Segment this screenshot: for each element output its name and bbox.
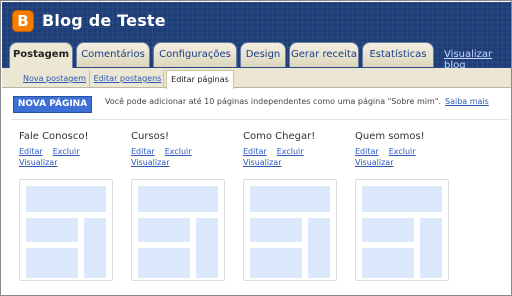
thumb-footer-block xyxy=(26,248,78,278)
thumb-header-block xyxy=(250,186,330,212)
logo-letter: B xyxy=(17,12,29,30)
thumb-footer-block xyxy=(362,248,414,278)
page-actions: Editar Excluir xyxy=(243,147,314,156)
thumb-footer-block xyxy=(138,248,190,278)
tab-configuracoes[interactable]: Configurações xyxy=(153,42,237,67)
delete-link[interactable]: Excluir xyxy=(165,147,192,156)
edit-link[interactable]: Editar xyxy=(355,147,379,156)
divider xyxy=(11,119,509,120)
page-title: Fale Conosco! xyxy=(19,131,89,142)
new-page-button[interactable]: NOVA PÁGINA xyxy=(13,96,92,113)
thumb-sidebar-block xyxy=(420,218,442,278)
thumb-header-block xyxy=(26,186,106,212)
thumb-header-block xyxy=(138,186,218,212)
view-link[interactable]: Visualizar xyxy=(243,158,282,167)
page-title: Quem somos! xyxy=(355,131,425,142)
blog-title: Blog de Teste xyxy=(42,11,166,30)
thumb-header-block xyxy=(362,186,442,212)
edit-link[interactable]: Editar xyxy=(131,147,155,156)
blogger-window: B Blog de Teste Postagem Comentários Con… xyxy=(0,0,512,296)
tab-postagem[interactable]: Postagem xyxy=(9,42,73,68)
learn-more-link[interactable]: Saiba mais xyxy=(445,97,489,106)
info-message: Você pode adicionar até 10 páginas indep… xyxy=(105,97,489,106)
page-layout-thumbnail[interactable] xyxy=(131,179,225,281)
delete-link[interactable]: Excluir xyxy=(389,147,416,156)
thumb-sidebar-block xyxy=(196,218,218,278)
page-actions: Editar Excluir xyxy=(19,147,90,156)
subtab-nova-postagem[interactable]: Nova postagem xyxy=(20,70,90,88)
view-link[interactable]: Visualizar xyxy=(131,158,170,167)
view-link[interactable]: Visualizar xyxy=(19,158,58,167)
page-layout-thumbnail[interactable] xyxy=(243,179,337,281)
thumb-content-block xyxy=(26,218,78,242)
page-actions: Editar Excluir xyxy=(131,147,202,156)
thumb-content-block xyxy=(250,218,302,242)
tab-gerar-receita[interactable]: Gerar receita xyxy=(289,42,359,67)
page-layout-thumbnail[interactable] xyxy=(355,179,449,281)
tab-estatisticas[interactable]: Estatísticas xyxy=(362,42,434,67)
thumb-sidebar-block xyxy=(84,218,106,278)
delete-link[interactable]: Excluir xyxy=(53,147,80,156)
page-actions: Editar Excluir xyxy=(355,147,426,156)
thumb-content-block xyxy=(138,218,190,242)
info-text: Você pode adicionar até 10 páginas indep… xyxy=(105,97,442,106)
edit-link[interactable]: Editar xyxy=(243,147,267,156)
page-layout-thumbnail[interactable] xyxy=(19,179,113,281)
page-title: Como Chegar! xyxy=(243,131,316,142)
blogger-logo-icon[interactable]: B xyxy=(12,10,34,32)
tab-comentarios[interactable]: Comentários xyxy=(76,42,150,67)
view-link[interactable]: Visualizar xyxy=(355,158,394,167)
thumb-footer-block xyxy=(250,248,302,278)
subtab-bar: Nova postagem Editar postagens Editar pá… xyxy=(2,68,511,89)
subtab-editar-postagens[interactable]: Editar postagens xyxy=(92,70,164,88)
thumb-sidebar-block xyxy=(308,218,330,278)
subtab-editar-paginas[interactable]: Editar páginas xyxy=(166,70,234,89)
tab-design[interactable]: Design xyxy=(240,42,286,67)
page-title: Cursos! xyxy=(131,131,169,142)
thumb-content-block xyxy=(362,218,414,242)
edit-link[interactable]: Editar xyxy=(19,147,43,156)
delete-link[interactable]: Excluir xyxy=(277,147,304,156)
